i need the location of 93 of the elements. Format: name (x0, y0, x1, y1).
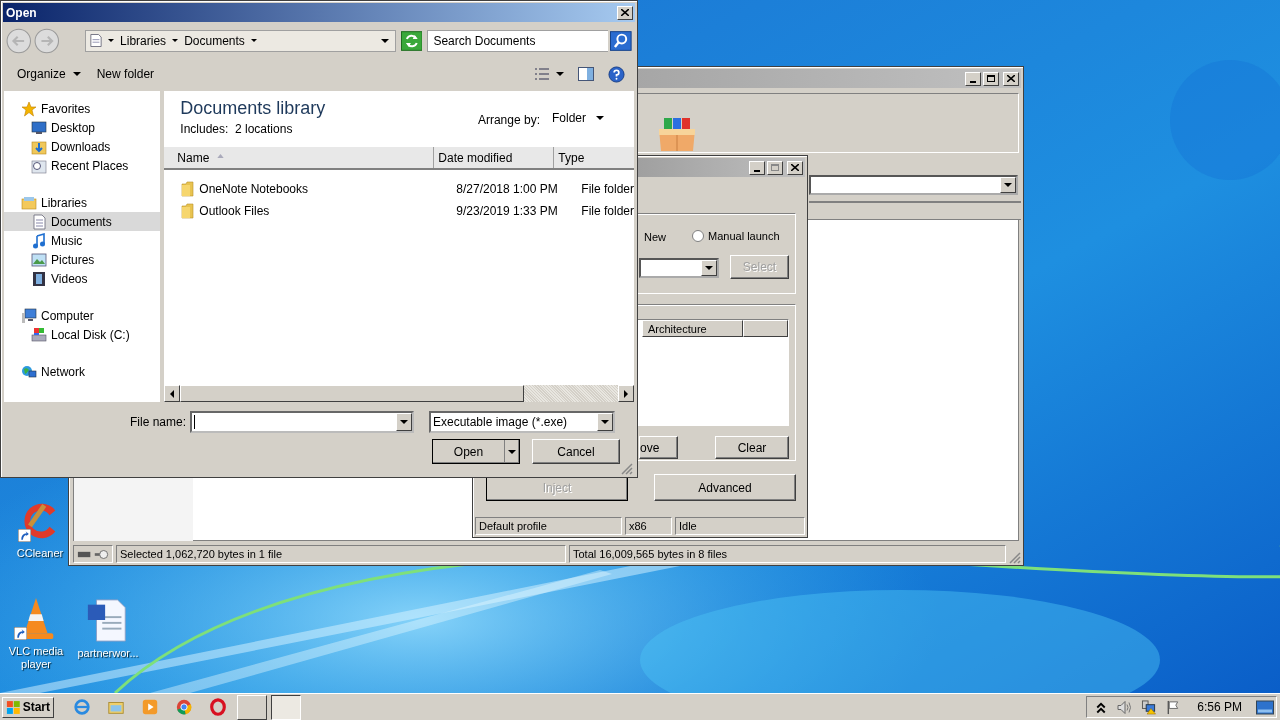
close-icon (1007, 75, 1015, 82)
status-text: Default profile (475, 517, 622, 535)
nav-item[interactable]: Local Disk (C:) (4, 325, 161, 344)
resize-grip-icon[interactable] (621, 463, 633, 475)
film-icon (31, 270, 47, 287)
show-desktop-icon[interactable] (1256, 699, 1274, 715)
radio-option[interactable]: Manual launch (692, 230, 780, 242)
refresh-icon[interactable] (400, 30, 423, 51)
cancel-button[interactable]: Cancel (532, 439, 620, 464)
address-bar[interactable]: Libraries Documents (85, 29, 396, 52)
open-button[interactable]: Open (432, 439, 520, 464)
help-icon[interactable] (608, 65, 625, 83)
file-name-cell[interactable]: OneNote Notebooks (164, 178, 452, 200)
nav-item[interactable]: Videos (4, 269, 161, 288)
column-header[interactable]: Date modified (434, 147, 555, 168)
window-title: Open (6, 5, 38, 20)
nav-item[interactable]: Recent Places (4, 156, 161, 175)
taskbar-button[interactable] (271, 694, 301, 720)
folder-icon (31, 157, 47, 174)
table-cell-text: File folder (580, 181, 634, 198)
search-icon[interactable] (610, 30, 632, 51)
column-header[interactable] (743, 320, 788, 337)
file-name-label: File name: (128, 415, 187, 429)
start-button[interactable]: Start (2, 696, 54, 718)
speaker-icon[interactable] (1117, 699, 1134, 715)
browser-icon (175, 698, 193, 716)
nav-item[interactable]: Computer (4, 306, 161, 325)
process-dropdown[interactable] (639, 258, 719, 278)
path-dropdown[interactable] (809, 175, 1018, 195)
network-warning-icon[interactable] (1141, 699, 1158, 715)
file-name-cell[interactable]: Outlook Files (164, 200, 452, 222)
archive-icon[interactable] (656, 116, 698, 152)
nav-item[interactable]: Desktop (4, 118, 161, 137)
drive-icon (77, 548, 109, 560)
breadcrumb-item[interactable]: Libraries (120, 33, 167, 48)
breadcrumb-item[interactable]: Documents (184, 33, 245, 48)
ring-icon (209, 698, 227, 716)
close-button[interactable] (617, 5, 633, 20)
nav-item[interactable]: Documents (4, 212, 161, 231)
toolbar-button[interactable]: Organize (12, 64, 86, 84)
library-icon (21, 194, 37, 211)
close-icon (621, 9, 629, 16)
remove-button[interactable]: ove (639, 436, 678, 459)
nav-item[interactable]: Network (4, 362, 161, 381)
nav-item[interactable]: Downloads (4, 137, 161, 156)
clear-button[interactable]: Clear (715, 436, 789, 459)
preview-pane-icon[interactable] (578, 67, 594, 81)
arrange-dropdown[interactable]: Folder (546, 110, 610, 126)
folder-icon (181, 181, 196, 197)
search-field[interactable]: Search Documents (427, 29, 609, 52)
radio-label[interactable]: New (644, 231, 666, 243)
flag-icon[interactable] (1165, 699, 1182, 715)
column-header[interactable]: Name (164, 147, 435, 168)
caret-icon[interactable] (556, 72, 564, 76)
browser-icon (73, 698, 91, 716)
nav-item[interactable]: Pictures (4, 250, 161, 269)
star-icon (21, 100, 37, 117)
clock[interactable]: 6:56 PM (1197, 700, 1242, 714)
nav-item[interactable]: Favorites (4, 99, 161, 118)
nav-item[interactable]: Music (4, 231, 161, 250)
folder-icon (31, 138, 47, 155)
play-icon (141, 698, 159, 716)
horizontal-scrollbar[interactable] (164, 385, 634, 402)
picture-icon (31, 251, 47, 268)
file-type-dropdown[interactable]: Executable image (*.exe) (429, 411, 615, 433)
disk-icon (31, 326, 47, 343)
view-list-icon[interactable] (534, 67, 550, 81)
advanced-button[interactable]: Advanced (654, 474, 796, 501)
nav-item[interactable]: Libraries (4, 193, 161, 212)
table-cell-text: 8/27/2018 1:00 PM (455, 181, 559, 198)
resize-grip-icon[interactable] (1009, 552, 1021, 564)
close-icon (791, 164, 799, 171)
table-cell-text: 9/23/2019 1:33 PM (455, 203, 559, 220)
globe-icon (21, 363, 37, 380)
column-header[interactable]: Type (554, 147, 634, 168)
file-name-field[interactable] (190, 411, 414, 433)
table-cell-text: File folder (580, 203, 634, 220)
folder-icon (181, 203, 196, 219)
windows-logo-icon (6, 699, 21, 715)
note-icon (31, 232, 47, 249)
document-icon (90, 33, 103, 48)
column-header[interactable]: Architecture (642, 320, 743, 337)
status-text: Selected 1,062,720 bytes in 1 file (116, 545, 566, 563)
computer-icon (21, 307, 37, 324)
status-text: Total 16,009,565 bytes in 8 files (569, 545, 1006, 563)
library-title: Documents library (180, 97, 327, 119)
status-text: Idle (675, 517, 805, 535)
monitor-icon (31, 119, 47, 136)
toolbar-button[interactable]: New folder (91, 64, 160, 84)
includes-text: Includes: 2 locations (180, 122, 294, 136)
arrange-label: Arrange by: (477, 113, 540, 127)
document-icon (31, 213, 47, 230)
status-text: x86 (625, 517, 672, 535)
